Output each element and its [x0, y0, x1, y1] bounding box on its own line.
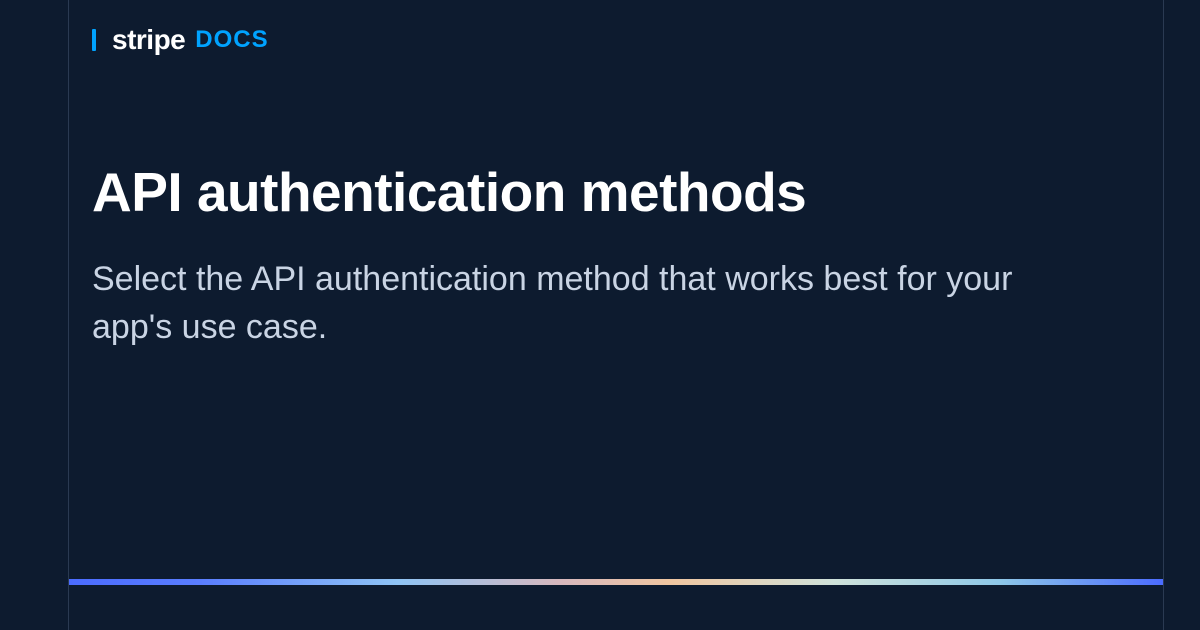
page-title: API authentication methods: [92, 160, 1108, 224]
main-content: API authentication methods Select the AP…: [92, 160, 1108, 351]
brand-accent-bar: [92, 29, 96, 51]
docs-label: DOCS: [195, 28, 268, 52]
stripe-logo: stripe: [112, 26, 185, 54]
page-subtitle: Select the API authentication method tha…: [92, 256, 1072, 351]
bottom-gradient-rule: [69, 579, 1163, 585]
brand-row: stripe DOCS: [92, 26, 269, 54]
